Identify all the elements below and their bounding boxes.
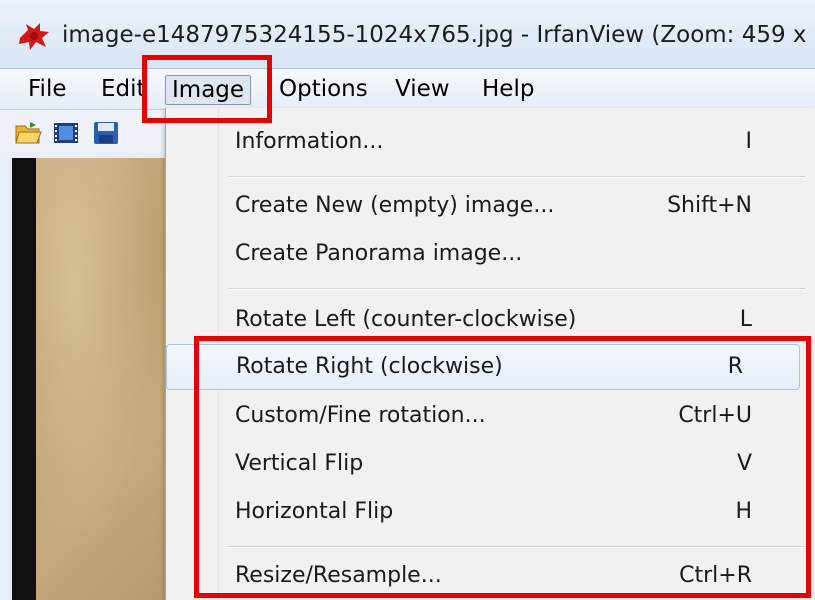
menu-item-label: Create New (empty) image... xyxy=(235,193,555,218)
window-title: image-e1487975324155-1024x765.jpg - Irfa… xyxy=(62,22,815,48)
menu-item-label: Horizontal Flip xyxy=(235,499,394,524)
menu-file[interactable]: File xyxy=(22,75,73,103)
menu-item-shortcut: L xyxy=(739,307,752,332)
menu-options[interactable]: Options xyxy=(273,75,374,103)
menu-item-label: Create Panorama image... xyxy=(235,241,523,266)
filmstrip-icon[interactable] xyxy=(52,120,80,146)
menu-separator xyxy=(228,546,806,548)
menu-item-information[interactable]: Information... I xyxy=(218,120,808,164)
menu-item-rotate-right[interactable]: Rotate Right (clockwise) R xyxy=(166,344,800,390)
menu-item-create-new-image[interactable]: Create New (empty) image... Shift+N xyxy=(218,184,808,228)
save-icon[interactable] xyxy=(92,120,120,146)
menu-item-label: Resize/Resample... xyxy=(235,563,442,588)
menu-bar: File Edit Image Options View Help xyxy=(0,69,815,110)
menu-item-vertical-flip[interactable]: Vertical Flip V xyxy=(218,442,808,486)
menu-item-shortcut: H xyxy=(735,499,752,524)
menu-separator xyxy=(228,176,806,178)
menu-item-shortcut: R xyxy=(727,354,743,379)
image-menu-dropdown: Information... I Create New (empty) imag… xyxy=(165,108,815,600)
photo-dark-edge xyxy=(12,158,36,600)
menu-item-horizontal-flip[interactable]: Horizontal Flip H xyxy=(218,490,808,534)
menu-item-shortcut: I xyxy=(745,129,753,154)
menu-help[interactable]: Help xyxy=(476,75,540,103)
menu-separator xyxy=(228,288,806,290)
menu-item-label: Rotate Right (clockwise) xyxy=(236,354,503,379)
menu-view[interactable]: View xyxy=(389,75,456,103)
menu-item-resize-resample[interactable]: Resize/Resample... Ctrl+R xyxy=(218,554,808,598)
menu-item-label: Custom/Fine rotation... xyxy=(235,403,486,428)
toolbar xyxy=(0,110,170,152)
irfanview-app-icon xyxy=(19,23,49,50)
open-folder-icon[interactable] xyxy=(14,120,42,146)
menu-item-label: Rotate Left (counter-clockwise) xyxy=(235,307,577,332)
menu-item-shortcut: Shift+N xyxy=(667,193,752,218)
title-bar: image-e1487975324155-1024x765.jpg - Irfa… xyxy=(0,0,815,69)
menu-item-custom-rotation[interactable]: Custom/Fine rotation... Ctrl+U xyxy=(218,394,808,438)
menu-item-shortcut: V xyxy=(736,451,752,476)
menu-item-label: Vertical Flip xyxy=(235,451,364,476)
menu-item-label: Information... xyxy=(235,129,384,154)
menu-item-shortcut: Ctrl+U xyxy=(678,403,752,428)
menu-item-rotate-left[interactable]: Rotate Left (counter-clockwise) L xyxy=(218,298,808,342)
menu-image[interactable]: Image xyxy=(165,75,252,105)
menu-item-shortcut: Ctrl+R xyxy=(679,563,752,588)
menu-edit[interactable]: Edit xyxy=(95,75,152,103)
menu-item-create-panorama[interactable]: Create Panorama image... xyxy=(218,232,808,276)
